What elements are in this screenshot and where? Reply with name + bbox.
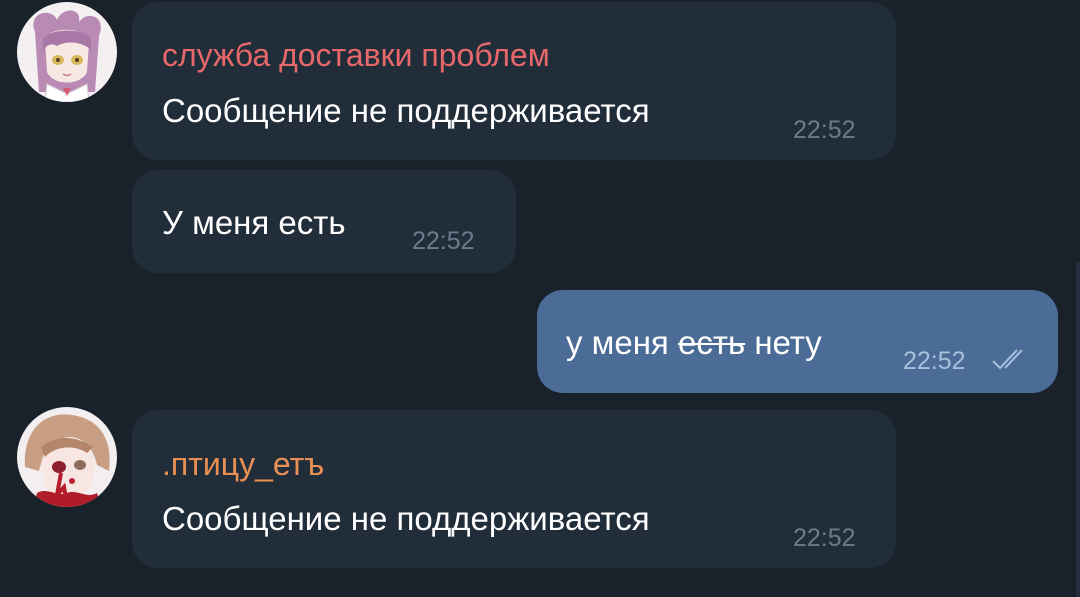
message-bubble-incoming[interactable]: .птицу_етъ Сообщение не поддерживается 2… <box>132 410 896 568</box>
message-bubble-incoming[interactable]: служба доставки проблем Сообщение не под… <box>132 2 896 160</box>
sender-name[interactable]: .птицу_етъ <box>162 445 324 483</box>
message-bubble-incoming[interactable]: У меня есть 22:52 <box>132 170 516 273</box>
avatar-user[interactable] <box>17 407 117 507</box>
double-check-icon <box>992 349 1023 370</box>
strikethrough-text: есть <box>677 324 746 361</box>
message-timestamp: 22:52 <box>793 116 856 144</box>
message-timestamp: 22:52 <box>793 524 856 552</box>
message-timestamp: 22:52 <box>903 347 966 375</box>
message-text: у меня есть нету <box>566 323 822 363</box>
message-text-part: нету <box>754 324 822 361</box>
message-text-part: у меня <box>566 324 669 361</box>
message-text: Сообщение не поддерживается <box>162 92 650 129</box>
scrollbar-track[interactable] <box>1076 262 1080 597</box>
message-text: У меня есть <box>162 204 346 241</box>
message-text: Сообщение не поддерживается <box>162 500 650 537</box>
message-timestamp: 22:52 <box>412 227 475 255</box>
avatar-service[interactable] <box>17 2 117 102</box>
message-bubble-outgoing[interactable]: у меня есть нету 22:52 <box>537 290 1058 393</box>
sender-name[interactable]: служба доставки проблем <box>162 36 550 74</box>
